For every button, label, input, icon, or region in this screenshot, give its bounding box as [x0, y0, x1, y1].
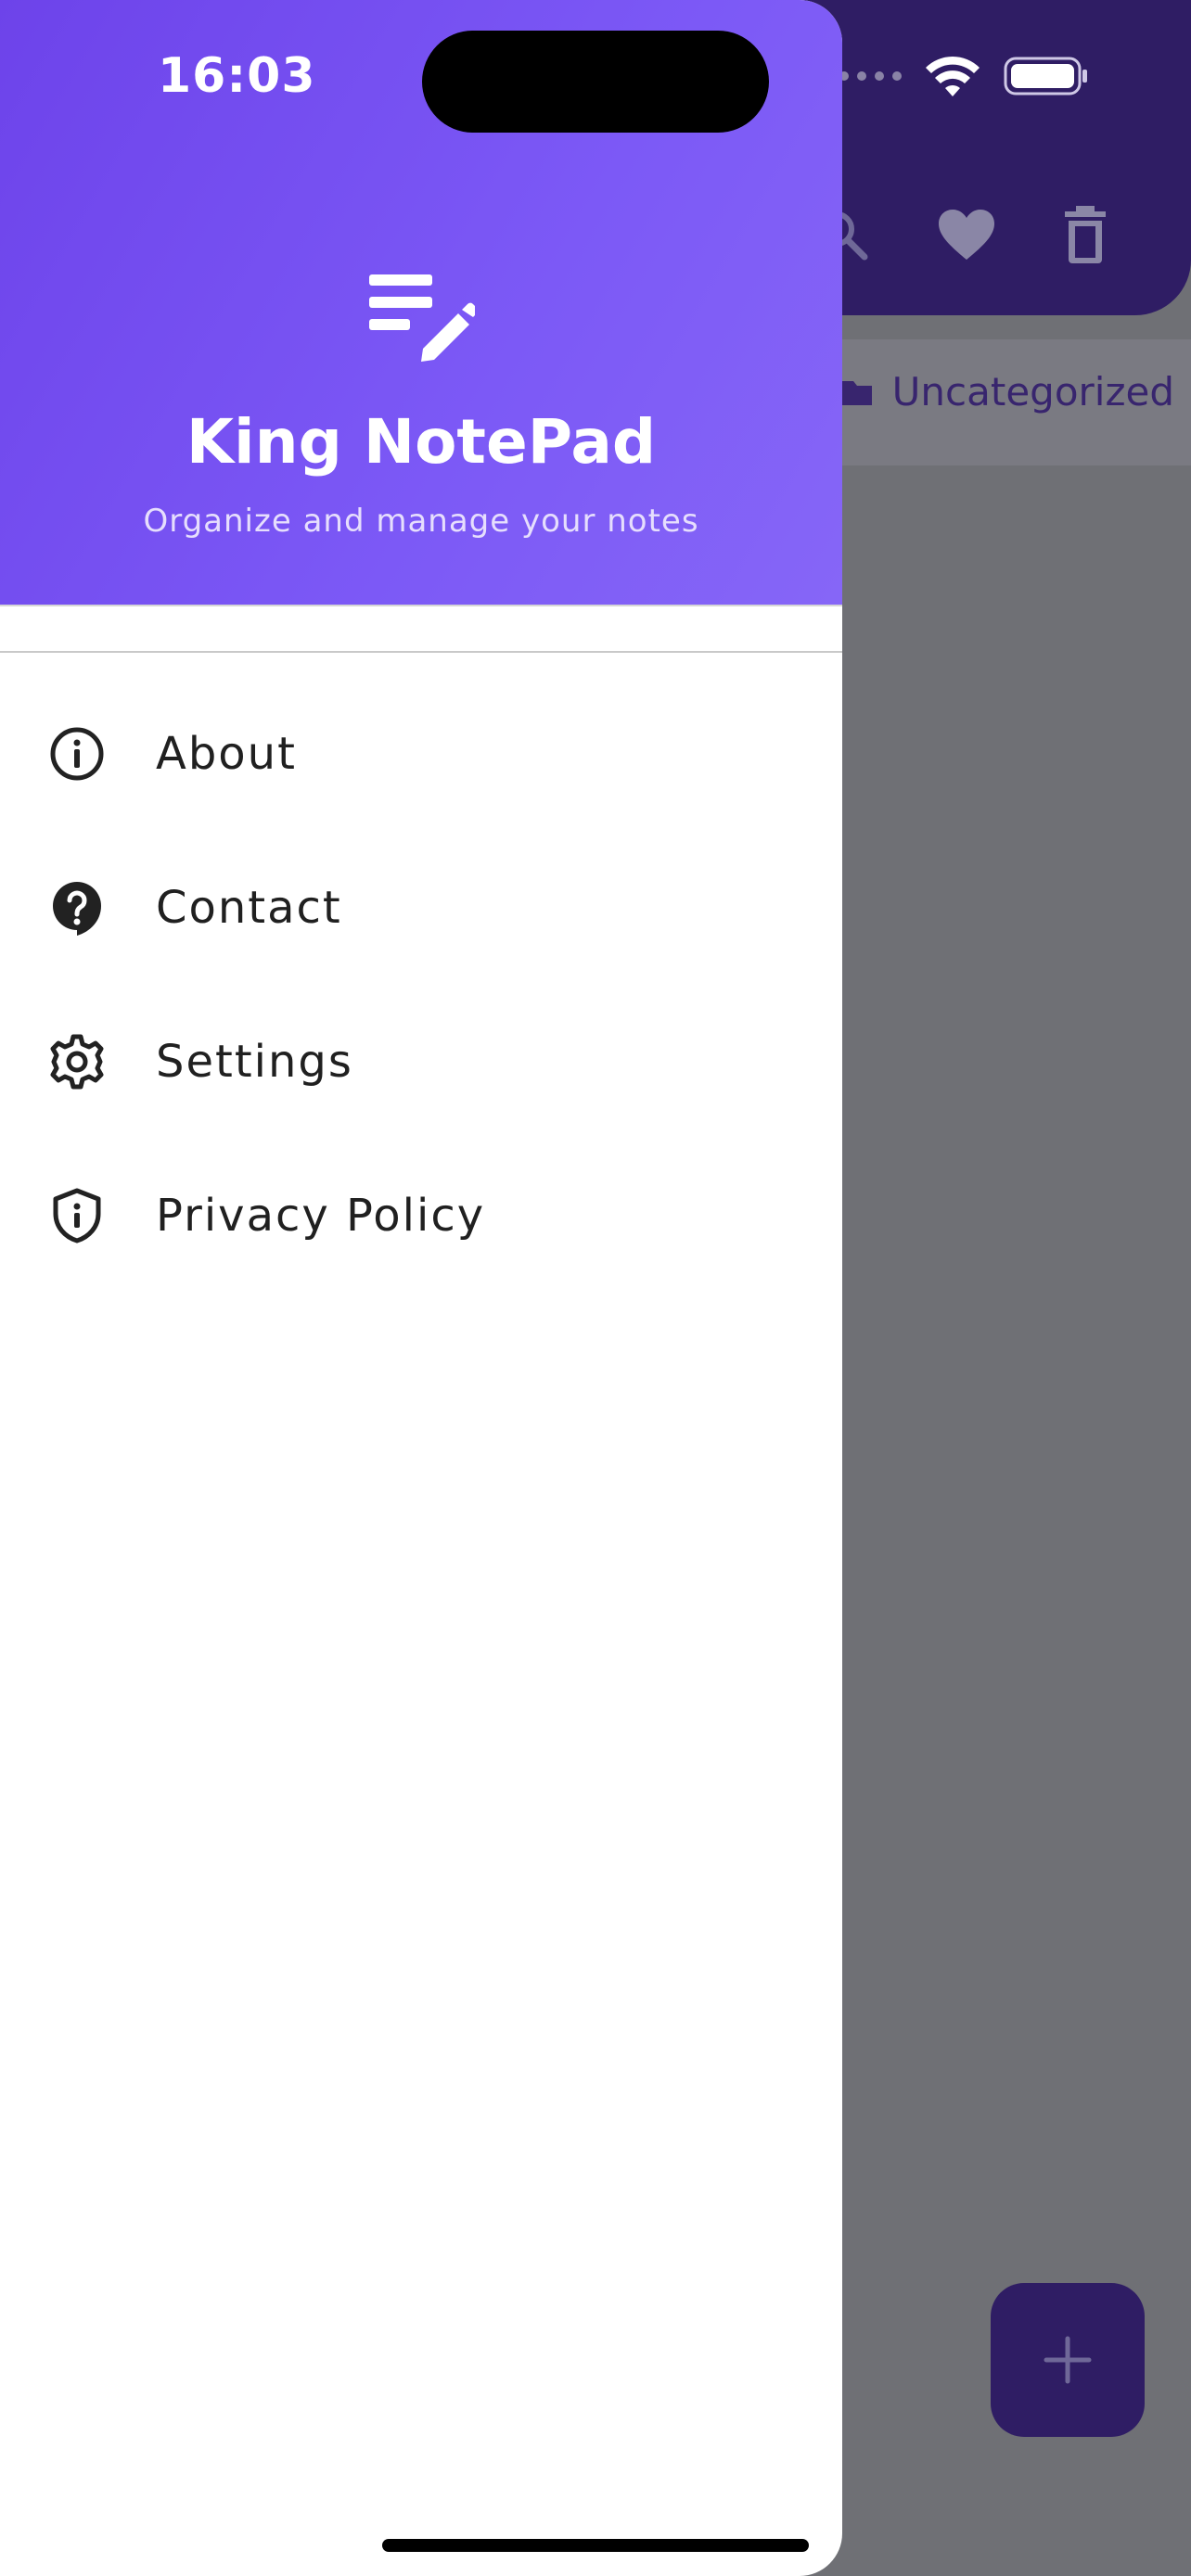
home-indicator[interactable] [382, 2539, 809, 2552]
plus-icon [1044, 2336, 1092, 2384]
info-icon [49, 726, 105, 782]
app-title: King NotePad [186, 406, 657, 478]
add-note-button[interactable] [991, 2283, 1145, 2437]
battery-icon [1004, 57, 1087, 96]
menu-item-privacy-policy[interactable]: Privacy Policy [0, 1139, 842, 1293]
drawer-header: 16:03 King NotePad Organize and manage y… [0, 0, 842, 605]
drawer-divider [0, 651, 842, 653]
wifi-icon [926, 56, 980, 96]
trash-icon[interactable] [1063, 206, 1108, 263]
navigation-drawer: 16:03 King NotePad Organize and manage y… [0, 0, 842, 2576]
status-time: 16:03 [158, 48, 316, 104]
help-bubble-icon [49, 880, 105, 936]
cellular-signal-icon [839, 71, 902, 81]
notes-edit-icon [369, 274, 475, 362]
menu-item-about[interactable]: About [0, 677, 842, 831]
menu-item-label: Settings [156, 1036, 353, 1088]
category-chip-label: Uncategorized [891, 369, 1174, 414]
screen: Uncategorized 16:03 King NotePad Organiz… [0, 0, 1191, 2576]
menu-item-label: About [156, 728, 297, 780]
gear-icon [49, 1034, 105, 1090]
menu-item-label: Privacy Policy [156, 1190, 486, 1242]
menu-item-settings[interactable]: Settings [0, 985, 842, 1139]
menu-item-contact[interactable]: Contact [0, 831, 842, 985]
status-bar-right [839, 56, 1089, 96]
category-chip[interactable]: Uncategorized [839, 369, 1174, 414]
dynamic-island [422, 31, 769, 133]
folder-icon [841, 380, 872, 405]
menu-item-label: Contact [156, 882, 342, 934]
heart-icon[interactable] [937, 208, 996, 261]
shield-icon [49, 1188, 105, 1243]
drawer-menu: About Contact Settings Privacy Policy [0, 677, 842, 1293]
drawer-spacer [0, 605, 842, 651]
background-action-icons [814, 206, 1108, 263]
app-subtitle: Organize and manage your notes [143, 503, 699, 540]
